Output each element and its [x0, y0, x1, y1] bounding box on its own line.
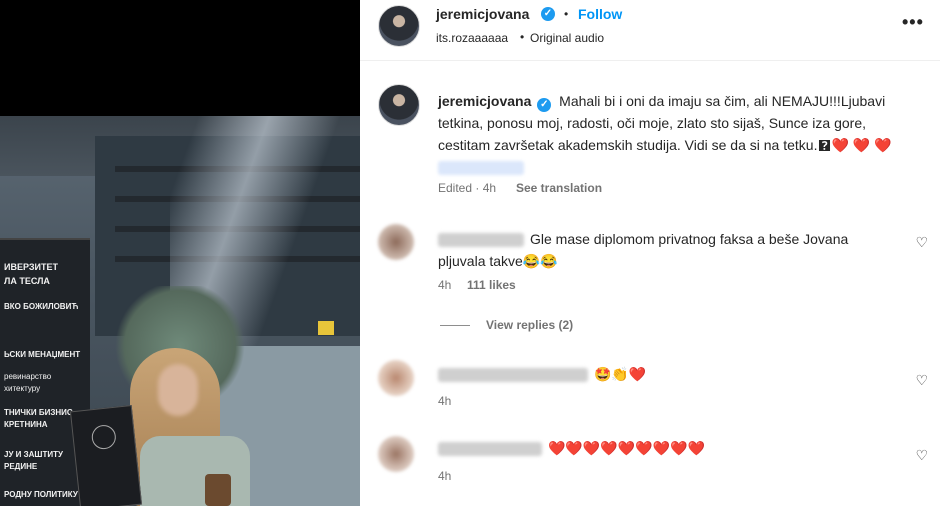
- separator-dot: •: [520, 30, 525, 44]
- sign-line: РЕДИНЕ: [4, 462, 38, 471]
- follow-button[interactable]: Follow: [578, 6, 622, 22]
- audio-username[interactable]: its.rozaaaaaa: [436, 31, 508, 45]
- post-header: jeremicjovana ✓ • Follow its.rozaaaaaa •…: [360, 0, 940, 61]
- more-options-icon[interactable]: •••: [902, 12, 924, 33]
- sign-line: ЬСКИ МЕНАЏМЕНТ: [4, 350, 81, 359]
- person-face-blurred: [158, 364, 198, 416]
- separator-dot: •: [564, 7, 569, 21]
- mention-link-blurred[interactable]: [438, 161, 524, 176]
- original-audio-link[interactable]: Original audio: [530, 31, 604, 45]
- caption-hearts: ❤️ ❤️ ❤️: [831, 137, 892, 153]
- comment-time: 4h: [438, 469, 452, 483]
- author-username[interactable]: jeremicjovana: [436, 6, 529, 22]
- see-translation-link[interactable]: See translation: [516, 181, 602, 195]
- like-comment-icon[interactable]: ♡: [915, 447, 928, 464]
- sign-line: ИВЕРЗИТЕТ: [4, 262, 58, 272]
- sign-line: ЈУ И ЗАШТИТУ: [4, 450, 63, 459]
- caption-edited-time: Edited · 4h: [438, 181, 497, 195]
- handbag: [205, 474, 231, 506]
- sign-line: ЛА ТЕСЛА: [4, 276, 50, 286]
- sign-line: РОДНУ ПОЛИТИКУ: [4, 490, 78, 499]
- verified-badge-icon: ✓: [537, 98, 552, 112]
- comment-text: 🤩👏❤️: [594, 366, 647, 382]
- post-photo: ИВЕРЗИТЕТ ЛА ТЕСЛА ВКО БОЖИЛОВИЋ ЬСКИ МЕ…: [0, 116, 360, 506]
- sign-line: ВКО БОЖИЛОВИЋ: [4, 302, 79, 311]
- sign-line: КРЕТНИНА: [4, 420, 48, 429]
- verified-badge-icon: ✓: [541, 7, 555, 21]
- comment: Gle mase diplomom privatnog faksa a beše…: [438, 228, 898, 272]
- post-media[interactable]: ИВЕРЗИТЕТ ЛА ТЕСЛА ВКО БОЖИЛОВИЋ ЬСКИ МЕ…: [0, 0, 360, 506]
- comment: 🤩👏❤️: [438, 363, 898, 385]
- sign-line: хитектуру: [4, 384, 41, 393]
- comment-username-blurred[interactable]: [438, 442, 542, 457]
- author-avatar[interactable]: [378, 5, 420, 47]
- comment: ❤️❤️❤️❤️❤️❤️❤️❤️❤️: [438, 437, 898, 459]
- caption-author-username[interactable]: jeremicjovana: [438, 93, 531, 109]
- comment-avatar[interactable]: [378, 224, 414, 260]
- comment-text: ❤️❤️❤️❤️❤️❤️❤️❤️❤️: [548, 440, 705, 456]
- post-caption: jeremicjovana ✓ Mahali bi i oni da imaju…: [438, 90, 918, 178]
- sign-line: ТНИЧКИ БИЗНИС: [4, 408, 73, 417]
- sign-line: ревинарство: [4, 372, 52, 381]
- person-body: [140, 436, 250, 506]
- comment-avatar[interactable]: [378, 436, 414, 472]
- caption-author-avatar[interactable]: [378, 84, 420, 126]
- like-comment-icon[interactable]: ♡: [915, 372, 928, 389]
- comment-time: 4h: [438, 394, 452, 408]
- view-replies-label: View replies (2): [486, 318, 574, 332]
- comment-username-blurred[interactable]: [438, 233, 524, 248]
- emblem-icon: [90, 423, 117, 451]
- warning-sign: [318, 321, 334, 335]
- comment-likes[interactable]: 111 likes: [467, 278, 516, 292]
- post-panel: jeremicjovana ✓ • Follow its.rozaaaaaa •…: [360, 0, 940, 506]
- comment-username-blurred[interactable]: [438, 368, 588, 383]
- like-comment-icon[interactable]: ♡: [915, 234, 928, 251]
- comment-avatar[interactable]: [378, 360, 414, 396]
- emoji-box: 🯄: [817, 137, 832, 153]
- comment-time: 4h: [438, 278, 452, 292]
- view-replies-button[interactable]: View replies (2): [440, 318, 573, 332]
- diploma-folder: [69, 405, 143, 506]
